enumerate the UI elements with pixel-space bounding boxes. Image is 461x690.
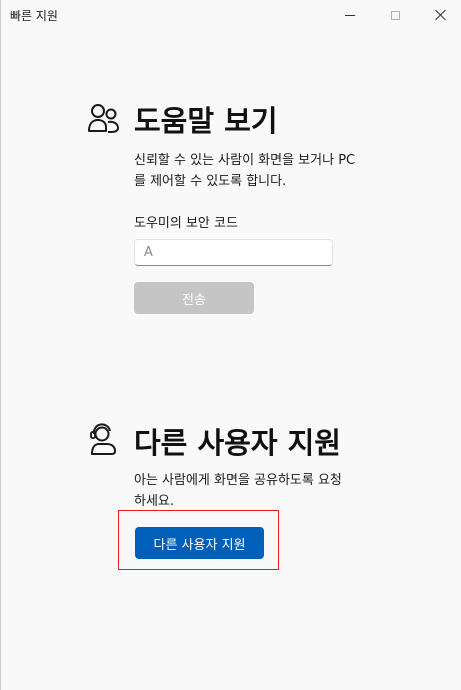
submit-button[interactable]: 전송	[134, 282, 254, 314]
get-help-description-line-2: 를 제어할 수 있도록 합니다.	[134, 174, 287, 189]
get-help-description-line-1: 신뢰할 수 있는 사람이 화면을 보거나 PC	[134, 153, 356, 168]
security-code-label: 도우미의 보안 코드	[134, 216, 238, 231]
get-help-description: 신뢰할 수 있는 사람이 화면을 보거나 PC 를 제어할 수 있도록 합니다.	[134, 150, 355, 192]
title-bar[interactable]: 빠른 지원	[1, 0, 461, 30]
maximize-icon	[390, 10, 400, 20]
people-icon	[88, 104, 119, 133]
person-headset-icon	[90, 423, 116, 455]
help-someone-button[interactable]: 다른 사용자 지원	[135, 527, 264, 559]
get-help-heading: 도움말 보기	[134, 104, 278, 138]
give-help-description: 아는 사람에게 화면을 공유하도록 요청 하세요.	[134, 470, 342, 512]
window-title: 빠른 지원	[10, 9, 58, 23]
quick-assist-window: 빠른 지원 도움말 보기 신뢰할 수 있는 사람이 화면을 보거나 PC 를 제…	[0, 0, 461, 690]
give-help-description-line-2: 하세요.	[134, 494, 175, 509]
give-help-description-line-1: 아는 사람에게 화면을 공유하도록 요청	[134, 473, 342, 488]
minimize-button[interactable]	[328, 0, 372, 30]
give-help-heading: 다른 사용자 지원	[134, 426, 341, 460]
close-icon	[435, 9, 447, 21]
minimize-icon	[345, 14, 355, 16]
close-button[interactable]	[419, 0, 461, 30]
maximize-button[interactable]	[373, 0, 417, 30]
security-code-input[interactable]	[134, 239, 333, 266]
